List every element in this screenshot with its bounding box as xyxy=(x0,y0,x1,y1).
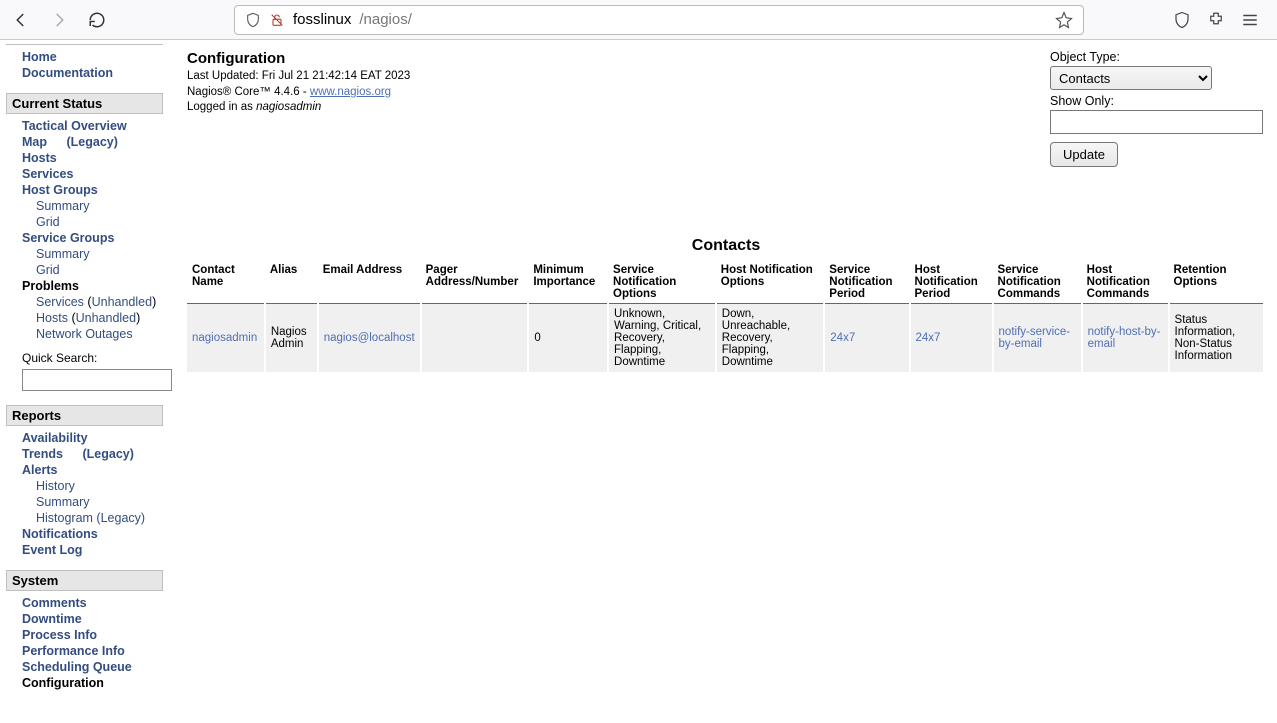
nav-hosts[interactable]: Hosts xyxy=(22,151,57,165)
nav-header-current-status: Current Status xyxy=(6,93,163,114)
cell-host-notif-opts: Down, Unreachable, Recovery, Flapping, D… xyxy=(716,304,825,373)
nav-problems-services-unhandled[interactable]: Unhandled xyxy=(92,295,152,309)
nav-host-groups[interactable]: Host Groups xyxy=(22,183,98,197)
shield-icon xyxy=(245,12,261,28)
show-only-input[interactable] xyxy=(1050,110,1263,134)
th-host-notif-opts[interactable]: Host Notification Options xyxy=(716,261,825,304)
th-retention[interactable]: Retention Options xyxy=(1169,261,1264,304)
nav-downtime[interactable]: Downtime xyxy=(22,612,82,626)
nav-process-info[interactable]: Process Info xyxy=(22,628,97,642)
th-min-importance[interactable]: Minimum Importance xyxy=(528,261,608,304)
star-icon[interactable] xyxy=(1055,11,1073,29)
main-content: Configuration Last Updated: Fri Jul 21 2… xyxy=(175,40,1277,382)
show-only-label: Show Only: xyxy=(1050,94,1265,108)
nav-map-legacy[interactable]: (Legacy) xyxy=(66,135,117,149)
nav-trends-legacy[interactable]: (Legacy) xyxy=(82,447,133,461)
nav-hg-grid[interactable]: Grid xyxy=(36,215,60,229)
contacts-table: Contact Name Alias Email Address Pager A… xyxy=(187,261,1265,372)
logged-in-user: nagiosadmin xyxy=(256,101,321,113)
url-path: /nagios/ xyxy=(359,11,412,28)
th-host-notif-cmds[interactable]: Host Notification Commands xyxy=(1082,261,1169,304)
nav-tactical-overview[interactable]: Tactical Overview xyxy=(22,119,127,133)
cell-host-notif-period[interactable]: 24x7 xyxy=(916,332,941,344)
controls-panel: Object Type: Contacts Show Only: Update xyxy=(1050,50,1265,167)
nav-header-reports: Reports xyxy=(6,405,163,426)
nav-documentation[interactable]: Documentation xyxy=(22,66,113,80)
nav-header-system: System xyxy=(6,570,163,591)
nav-performance-info[interactable]: Performance Info xyxy=(22,644,125,658)
nav-trends[interactable]: Trends xyxy=(22,447,63,461)
cell-email[interactable]: nagios@localhost xyxy=(324,332,415,344)
quick-search-label: Quick Search: xyxy=(22,348,171,365)
nav-sg-grid[interactable]: Grid xyxy=(36,263,60,277)
nav-service-groups[interactable]: Service Groups xyxy=(22,231,114,245)
section-title: Contacts xyxy=(187,237,1265,255)
nav-event-log[interactable]: Event Log xyxy=(22,543,82,557)
nav-map[interactable]: Map xyxy=(22,135,47,149)
back-icon[interactable] xyxy=(8,7,34,33)
th-contact-name[interactable]: Contact Name xyxy=(187,261,265,304)
nav-network-outages[interactable]: Network Outages xyxy=(36,327,133,341)
nav-sg-summary[interactable]: Summary xyxy=(36,247,89,261)
reload-icon[interactable] xyxy=(84,7,110,33)
nav-hg-summary[interactable]: Summary xyxy=(36,199,89,213)
object-type-label: Object Type: xyxy=(1050,50,1265,64)
table-header-row: Contact Name Alias Email Address Pager A… xyxy=(187,261,1264,304)
nagios-link[interactable]: www.nagios.org xyxy=(310,86,391,98)
menu-icon[interactable] xyxy=(1237,7,1263,33)
cell-host-notif-cmds[interactable]: notify-host-by-email xyxy=(1088,326,1161,350)
cell-svc-notif-opts: Unknown, Warning, Critical, Recovery, Fl… xyxy=(608,304,716,373)
sidebar: Home Documentation Current Status Tactic… xyxy=(0,40,175,723)
nav-alerts-history[interactable]: History xyxy=(36,479,75,493)
update-button[interactable]: Update xyxy=(1050,142,1118,167)
nav-problems-hosts-unhandled[interactable]: Unhandled xyxy=(76,311,136,325)
url-domain: fosslinux xyxy=(293,11,351,28)
nav-alerts-histogram[interactable]: Histogram (Legacy) xyxy=(36,511,145,525)
th-pager[interactable]: Pager Address/Number xyxy=(421,261,529,304)
th-email[interactable]: Email Address xyxy=(318,261,421,304)
logged-in-prefix: Logged in as xyxy=(187,101,256,113)
nav-notifications[interactable]: Notifications xyxy=(22,527,98,541)
nav-availability[interactable]: Availability xyxy=(22,431,88,445)
table-row: nagiosadmin Nagios Admin nagios@localhos… xyxy=(187,304,1264,373)
cell-svc-notif-period[interactable]: 24x7 xyxy=(830,332,855,344)
nav-problems: Problems xyxy=(22,278,171,294)
config-header: Configuration Last Updated: Fri Jul 21 2… xyxy=(187,50,410,116)
nav-problems-services[interactable]: Services xyxy=(36,295,84,309)
nav-alerts-summary[interactable]: Summary xyxy=(36,495,89,509)
forward-icon[interactable] xyxy=(46,7,72,33)
shield2-icon[interactable] xyxy=(1169,7,1195,33)
th-svc-notif-period[interactable]: Service Notification Period xyxy=(824,261,909,304)
browser-toolbar: fosslinux/nagios/ xyxy=(0,0,1277,40)
lock-slash-icon xyxy=(269,12,285,28)
nav-home[interactable]: Home xyxy=(22,50,57,64)
url-bar[interactable]: fosslinux/nagios/ xyxy=(234,5,1084,35)
nav-comments[interactable]: Comments xyxy=(22,596,87,610)
nav-problems-hosts[interactable]: Hosts xyxy=(36,311,68,325)
cell-alias: Nagios Admin xyxy=(265,304,318,373)
th-svc-notif-cmds[interactable]: Service Notification Commands xyxy=(993,261,1082,304)
object-type-select[interactable]: Contacts xyxy=(1050,66,1212,90)
extensions-icon[interactable] xyxy=(1203,7,1229,33)
cell-svc-notif-cmds[interactable]: notify-service-by-email xyxy=(999,326,1071,350)
nav-alerts[interactable]: Alerts xyxy=(22,463,57,477)
quick-search-input[interactable] xyxy=(22,369,172,391)
cell-min-importance: 0 xyxy=(528,304,608,373)
version-text: Nagios® Core™ 4.4.6 - xyxy=(187,86,310,98)
cell-contact-name[interactable]: nagiosadmin xyxy=(192,332,257,344)
cell-pager xyxy=(421,304,529,373)
th-svc-notif-opts[interactable]: Service Notification Options xyxy=(608,261,716,304)
cell-retention: Status Information, Non-Status Informati… xyxy=(1169,304,1264,373)
last-updated: Last Updated: Fri Jul 21 21:42:14 EAT 20… xyxy=(187,69,410,85)
page-title: Configuration xyxy=(187,50,410,67)
nav-scheduling-queue[interactable]: Scheduling Queue xyxy=(22,660,132,674)
th-alias[interactable]: Alias xyxy=(265,261,318,304)
nav-services[interactable]: Services xyxy=(22,167,73,181)
th-host-notif-period[interactable]: Host Notification Period xyxy=(910,261,993,304)
